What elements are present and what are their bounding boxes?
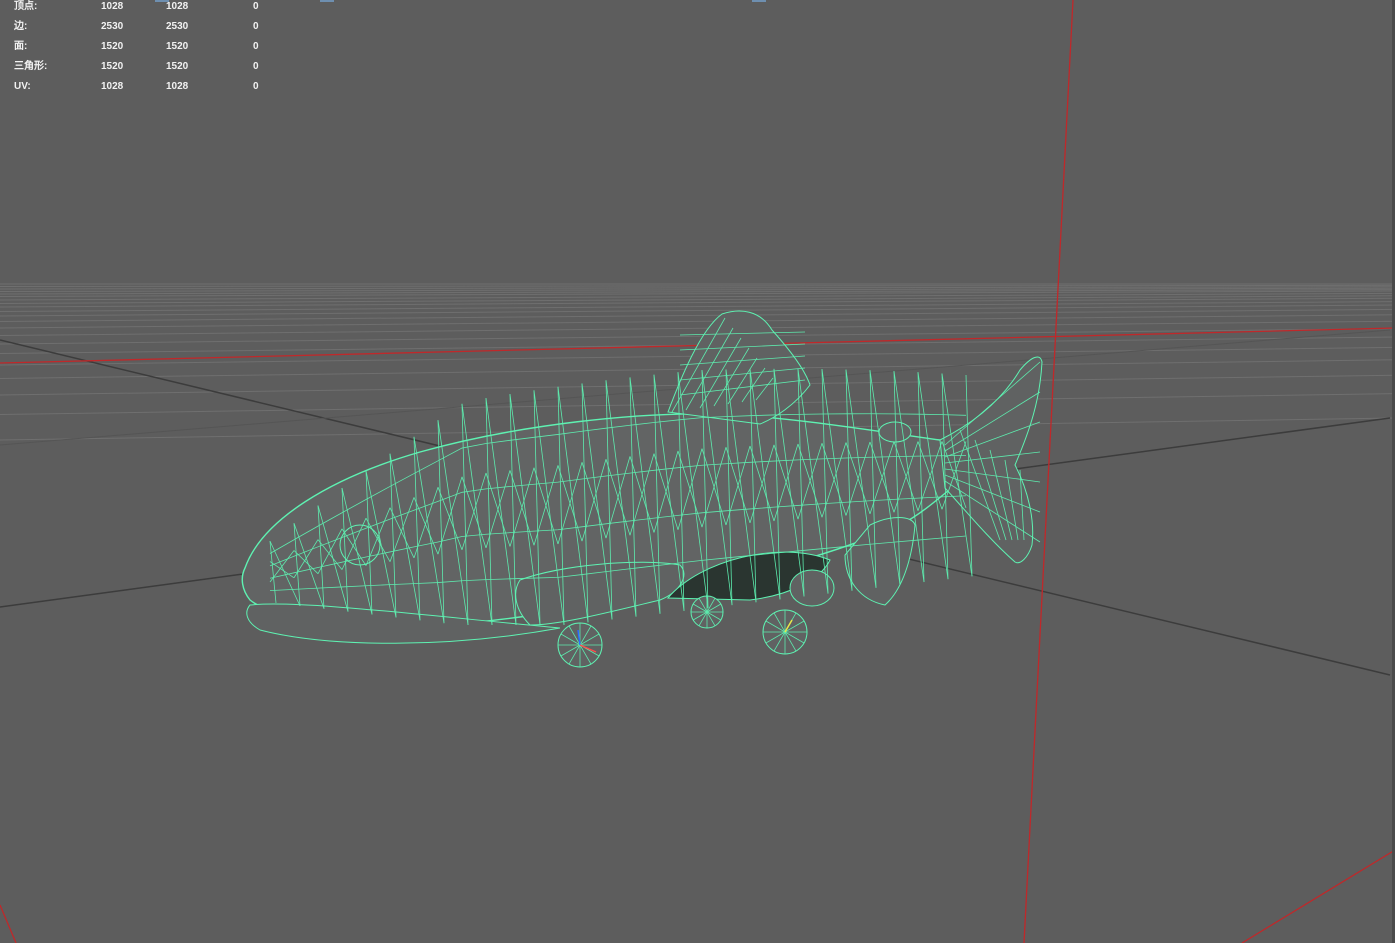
stat-value: 0 bbox=[253, 81, 259, 92]
top-bar-marker bbox=[155, 0, 169, 2]
grid-line bbox=[0, 284, 1395, 287]
stat-value: 1028 bbox=[166, 1, 189, 12]
grid-line bbox=[0, 328, 1395, 345]
stat-value: 1520 bbox=[101, 61, 124, 72]
stat-value: 1028 bbox=[166, 81, 189, 92]
stat-label: 三角形: bbox=[14, 61, 48, 72]
stat-label: 面: bbox=[14, 41, 28, 52]
stat-value: 1520 bbox=[166, 41, 189, 52]
grid-line bbox=[0, 314, 1395, 329]
red-axis-line bbox=[1023, 0, 1074, 943]
top-bar-marker bbox=[320, 0, 334, 2]
viewport-scene[interactable] bbox=[0, 0, 1395, 943]
stat-label: 边: bbox=[14, 21, 28, 32]
fish-wireframe-model bbox=[241, 310, 1043, 668]
grid-line bbox=[0, 308, 1395, 322]
fish-adipose-fin bbox=[878, 421, 912, 443]
stat-label: 顶点: bbox=[14, 1, 38, 12]
red-axis-line bbox=[0, 904, 17, 943]
stat-value: 0 bbox=[253, 21, 259, 32]
stat-value: 1028 bbox=[101, 81, 124, 92]
stat-value: 2530 bbox=[166, 21, 189, 32]
stat-value: 0 bbox=[253, 1, 259, 12]
stat-value: 0 bbox=[253, 61, 259, 72]
stat-value: 1520 bbox=[101, 41, 124, 52]
3d-viewport[interactable]: 顶点: 1028 1028 0 边: 2530 2530 0 面: 1520 1… bbox=[0, 0, 1395, 943]
top-bar-marker bbox=[752, 0, 766, 2]
stat-value: 2530 bbox=[101, 21, 124, 32]
red-axis-line bbox=[1241, 849, 1395, 943]
fish-tail-fin bbox=[939, 356, 1043, 564]
stat-value: 0 bbox=[253, 41, 259, 52]
stat-value: 1028 bbox=[101, 1, 124, 12]
stat-value: 1520 bbox=[166, 61, 189, 72]
stat-label: UV: bbox=[14, 81, 31, 92]
